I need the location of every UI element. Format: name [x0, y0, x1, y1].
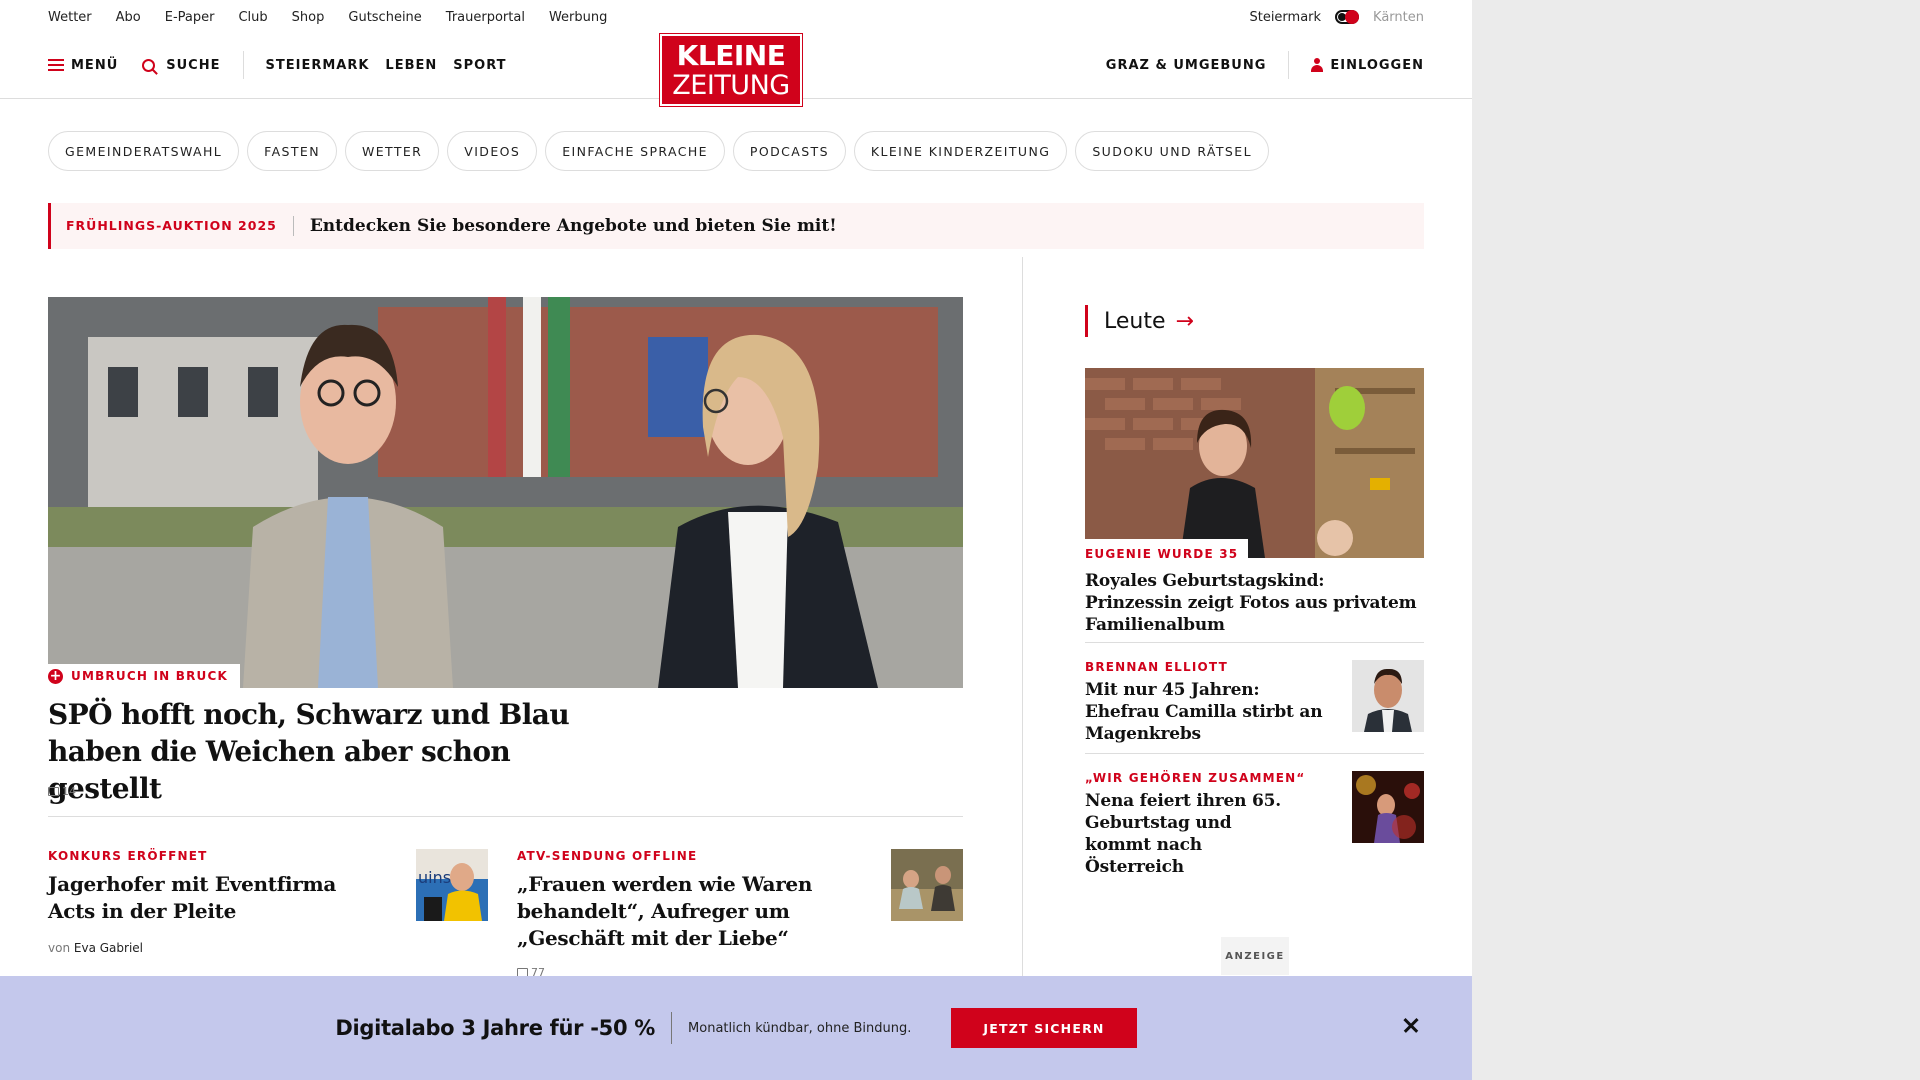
site-logo[interactable]: KLEINE ZEITUNG	[659, 33, 803, 107]
utility-link-wetter[interactable]: Wetter	[48, 10, 92, 25]
byline-prefix: von	[48, 941, 71, 955]
column-divider	[1022, 257, 1023, 1080]
utility-link-club[interactable]: Club	[238, 10, 267, 25]
pill-einfache-sprache[interactable]: EINFACHE SPRACHE	[545, 131, 725, 171]
menu-label: MENÜ	[71, 57, 119, 73]
leute-item-1-kicker: EUGENIE WURDE 35	[1085, 547, 1239, 561]
leute-divider-1	[1085, 642, 1424, 643]
utility-bar: Wetter Abo E-Paper Club Shop Gutscheine …	[48, 0, 1424, 34]
sub-article-1-byline: von Eva Gabriel	[48, 941, 488, 955]
pill-fasten[interactable]: FASTEN	[247, 131, 337, 171]
leute-section-link[interactable]: Leute →	[1085, 305, 1194, 337]
region-link[interactable]: GRAZ & UMGEBUNG	[1106, 58, 1267, 73]
logo-line-2: ZEITUNG	[672, 70, 790, 101]
lead-kicker: + UMBRUCH IN BRUCK	[48, 664, 240, 688]
leute-item-3-thumbnail[interactable]	[1352, 771, 1424, 843]
lead-comment-number: 14	[62, 785, 76, 798]
sub-article-1-headline[interactable]: Jagerhofer mit Eventfirma Acts in der Pl…	[48, 871, 358, 925]
promo-tag: FRÜHLINGS-AUKTION 2025	[51, 216, 294, 236]
nav-steiermark[interactable]: STEIERMARK	[266, 58, 370, 73]
leute-item-2-photo	[1352, 660, 1424, 732]
leute-title: Leute	[1104, 308, 1166, 334]
region-switch: Steiermark Kärnten	[1249, 10, 1424, 25]
abo-headline: Digitalabo 3 Jahre für -50 %	[335, 1016, 656, 1040]
leute-item-1-kicker-box: EUGENIE WURDE 35	[1085, 539, 1249, 565]
leute-top-photo	[1085, 368, 1424, 558]
header-divider	[242, 51, 244, 79]
pill-sudoku[interactable]: SUDOKU UND RÄTSEL	[1075, 131, 1269, 171]
lead-headline[interactable]: SPÖ hofft noch, Schwarz und Blau haben d…	[48, 696, 608, 807]
abo-divider	[671, 1012, 673, 1044]
leute-item-3-photo	[1352, 771, 1424, 843]
utility-link-shop[interactable]: Shop	[292, 10, 325, 25]
lead-article-image[interactable]	[48, 297, 963, 688]
leute-item-2[interactable]: BRENNAN ELLIOTT Mit nur 45 Jahren: Ehefr…	[1085, 660, 1424, 745]
sub-article-2[interactable]: ATV-SENDUNG OFFLINE „Frauen werden wie W…	[517, 849, 963, 979]
hamburger-icon	[48, 59, 64, 71]
login-label: EINLOGGEN	[1330, 57, 1424, 73]
leute-item-3[interactable]: „WIR GEHÖREN ZUSAMMEN“ Nena feiert ihren…	[1085, 771, 1424, 878]
menu-button[interactable]: MENÜ	[48, 58, 118, 73]
utility-links: Wetter Abo E-Paper Club Shop Gutscheine …	[48, 10, 607, 25]
leute-item-3-headline[interactable]: Nena feiert ihren 65. Geburtstag und kom…	[1085, 790, 1300, 878]
sub-article-1-photo: uinse	[416, 849, 488, 921]
byline-author[interactable]: Eva Gabriel	[74, 941, 143, 955]
ad-label: ANZEIGE	[1221, 937, 1289, 975]
search-label: SUCHE	[166, 57, 221, 73]
pill-wetter[interactable]: WETTER	[344, 131, 440, 171]
logo-line-1: KLEINE	[676, 39, 786, 72]
nav-sport[interactable]: SPORT	[453, 58, 506, 73]
user-icon	[1311, 58, 1324, 72]
leute-top-image[interactable]	[1085, 368, 1424, 558]
main-header: MENÜ SUCHE STEIERMARK LEBEN SPORT KLEINE…	[0, 33, 1472, 107]
nav-leben[interactable]: LEBEN	[385, 58, 437, 73]
abo-subtext: Monatlich kündbar, ohne Bindung.	[688, 1020, 912, 1036]
header-right: GRAZ & UMGEBUNG EINLOGGEN	[1106, 34, 1424, 96]
utility-link-abo[interactable]: Abo	[116, 10, 141, 25]
sub-article-1-thumbnail[interactable]: uinse	[416, 849, 488, 921]
promo-text: Entdecken Sie besondere Angebote und bie…	[309, 216, 837, 236]
plus-icon: +	[48, 667, 63, 684]
utility-link-epaper[interactable]: E-Paper	[165, 10, 215, 25]
pill-podcasts[interactable]: PODCASTS	[732, 131, 846, 171]
close-icon[interactable]	[1400, 1014, 1422, 1036]
login-button[interactable]: EINLOGGEN	[1311, 58, 1424, 73]
leute-item-1-headline[interactable]: Royales Geburtstagskind: Prinzessin zeig…	[1085, 570, 1424, 636]
header-left: MENÜ SUCHE STEIERMARK LEBEN SPORT	[48, 34, 507, 96]
page: Wetter Abo E-Paper Club Shop Gutscheine …	[0, 0, 1472, 1080]
leute-item-2-headline[interactable]: Mit nur 45 Jahren: Ehefrau Camilla stirb…	[1085, 679, 1335, 745]
leute-divider-2	[1085, 753, 1424, 754]
comment-icon	[48, 787, 59, 796]
header-divider-right	[1288, 51, 1290, 79]
utility-link-gutscheine[interactable]: Gutscheine	[348, 10, 421, 25]
arrow-right-icon: →	[1175, 308, 1194, 334]
leute-item-2-thumbnail[interactable]	[1352, 660, 1424, 732]
sub-article-1[interactable]: KONKURS ERÖFFNET Jagerhofer mit Eventfir…	[48, 849, 488, 955]
pill-gemeinderatswahl[interactable]: GEMEINDERATSWAHL	[48, 131, 240, 171]
lead-photo	[48, 297, 963, 688]
lead-divider	[48, 816, 963, 817]
pill-kinderzeitung[interactable]: KLEINE KINDERZEITUNG	[853, 131, 1068, 171]
sub-article-2-photo	[891, 849, 963, 921]
region-steiermark[interactable]: Steiermark	[1249, 10, 1321, 25]
pill-videos[interactable]: VIDEOS	[447, 131, 538, 171]
sub-article-2-headline[interactable]: „Frauen werden wie Waren behandelt“, Auf…	[517, 871, 827, 952]
lead-comment-count[interactable]: 14	[48, 785, 76, 798]
region-kaernten[interactable]: Kärnten	[1373, 10, 1424, 25]
abo-cta-button[interactable]: JETZT SICHERN	[951, 1008, 1137, 1048]
promo-banner[interactable]: FRÜHLINGS-AUKTION 2025 Entdecken Sie bes…	[48, 203, 1424, 249]
sub-article-2-thumbnail[interactable]	[891, 849, 963, 921]
search-button[interactable]: SUCHE	[142, 58, 220, 73]
lead-kicker-text: UMBRUCH IN BRUCK	[71, 669, 228, 683]
utility-link-werbung[interactable]: Werbung	[549, 10, 607, 25]
topic-pills: GEMEINDERATSWAHL FASTEN WETTER VIDEOS EI…	[48, 131, 1269, 171]
region-toggle[interactable]	[1335, 10, 1360, 24]
search-icon	[142, 58, 156, 72]
utility-link-trauerportal[interactable]: Trauerportal	[446, 10, 525, 25]
subscription-bar: Digitalabo 3 Jahre für -50 % Monatlich k…	[0, 976, 1472, 1080]
